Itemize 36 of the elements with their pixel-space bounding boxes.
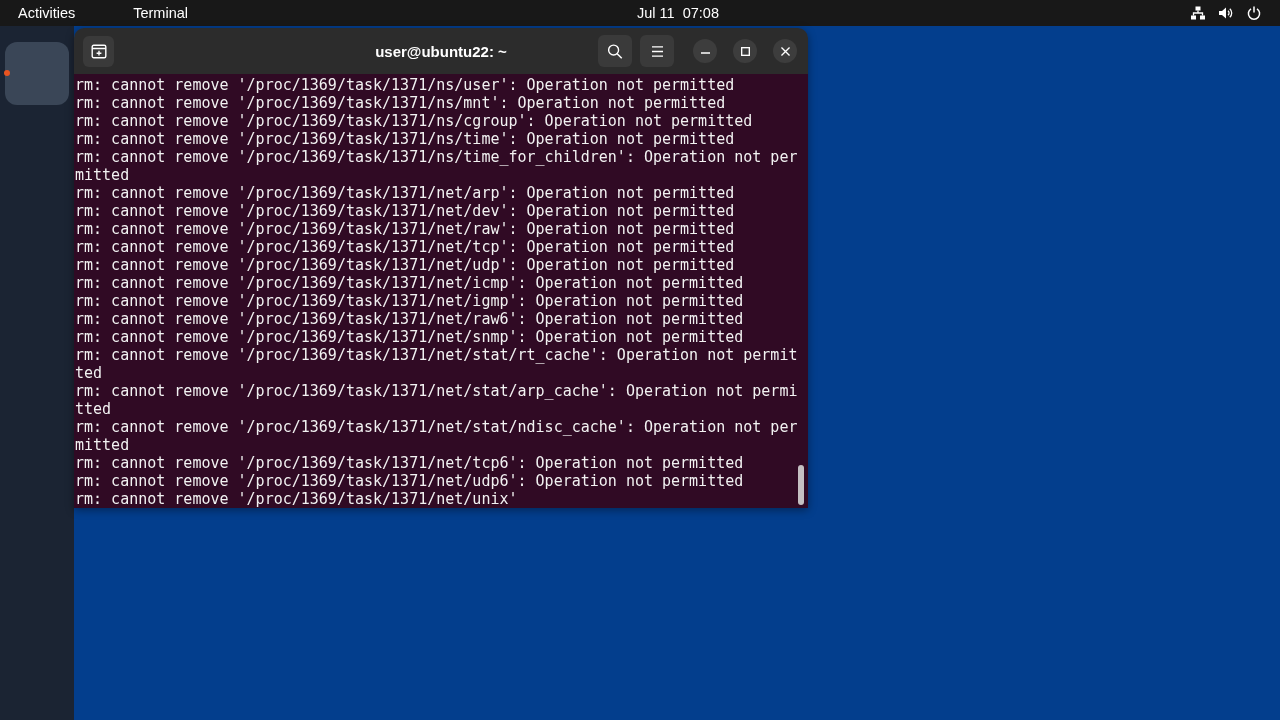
close-button[interactable]	[773, 39, 797, 63]
terminal-line: rm: cannot remove '/proc/1369/task/1371/ns/cgroup': Operation not permitted	[75, 112, 754, 130]
power-icon[interactable]	[1247, 6, 1261, 20]
minimize-button[interactable]	[693, 39, 717, 63]
terminal-line: rm: cannot remove '/proc/1369/task/1371/net/icmp': Operation not permitted	[75, 274, 745, 292]
minimize-icon	[700, 52, 710, 54]
maximize-icon	[740, 46, 750, 56]
terminal-line: rm: cannot remove '/proc/1369/task/1371/net/tcp': Operation not permitted	[75, 238, 736, 256]
new-tab-icon	[90, 43, 107, 59]
terminal-line: rm: cannot remove '/proc/1369/task/1371/net/raw6': Operation not permitted	[75, 310, 745, 328]
close-icon	[780, 46, 790, 56]
search-button[interactable]	[598, 35, 632, 67]
scrollbar-thumb[interactable]	[798, 465, 804, 505]
network-icon[interactable]	[1191, 6, 1205, 20]
search-icon	[607, 43, 623, 59]
window-title: user@ubuntu22: ~	[375, 42, 507, 60]
terminal-line: rm: cannot remove '/proc/1369/task/1371/net/dev': Operation not permitted	[75, 202, 736, 220]
new-tab-button[interactable]	[83, 35, 114, 67]
terminal-line: rm: cannot remove '/proc/1369/task/1371/net/tcp6': Operation not permitted	[75, 454, 745, 472]
terminal-line: rm: cannot remove '/proc/1369/task/1371/ns/mnt': Operation not permitted	[75, 94, 727, 112]
app-menu-button[interactable]: Terminal	[133, 3, 188, 23]
terminal-line: rm: cannot remove '/proc/1369/task/1371/net/snmp': Operation not permitted	[75, 328, 745, 346]
menu-icon	[650, 45, 664, 57]
terminal-line: rm: cannot remove '/proc/1369/task/1371/net/udp': Operation not permitted	[75, 256, 736, 274]
clock-button[interactable]: Jul 11 07:08	[637, 3, 719, 23]
terminal-line: rm: cannot remove '/proc/1369/task/1371/net/raw': Operation not permitted	[75, 220, 736, 238]
maximize-button[interactable]	[733, 39, 757, 63]
activities-button[interactable]: Activities	[18, 3, 76, 23]
menu-button[interactable]	[640, 35, 674, 67]
terminal-line: rm: cannot remove '/proc/1369/task/1371/net/unix'	[75, 490, 519, 508]
terminal-line: rm: cannot remove '/proc/1369/task/1371/net/igmp': Operation not permitted	[75, 292, 745, 310]
terminal-line: rm: cannot remove '/proc/1369/task/1371/net/arp': Operation not permitted	[75, 184, 736, 202]
terminal-line: rm: cannot remove '/proc/1369/task/1371/net/udp6': Operation not permitted	[75, 472, 745, 490]
terminal-line: rm: cannot remove '/proc/1369/task/1371/ns/time': Operation not permitted	[75, 130, 736, 148]
terminal-line: rm: cannot remove '/proc/1369/task/1371/ns/user': Operation not permitted	[75, 76, 736, 94]
volume-icon[interactable]	[1219, 6, 1233, 20]
